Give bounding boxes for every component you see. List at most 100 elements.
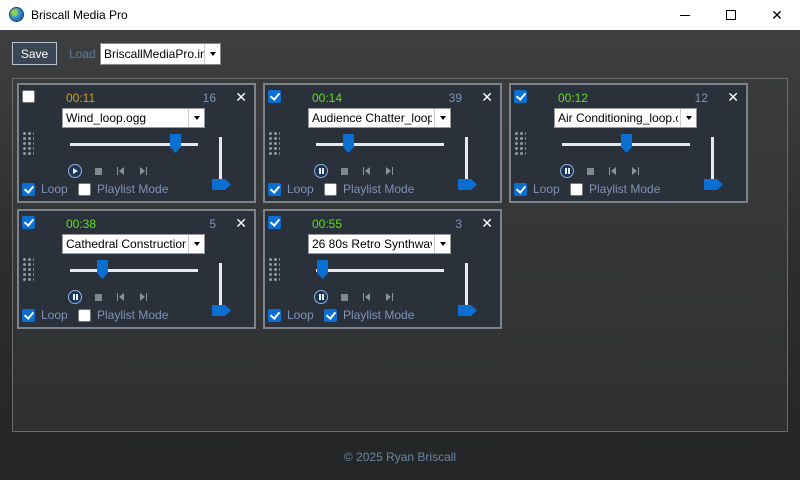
pause-button[interactable] <box>314 164 328 178</box>
volume-slider[interactable] <box>219 263 222 307</box>
play-count: 39 <box>448 91 462 105</box>
track-name: Audience Chatter_loop.ogg <box>312 111 432 125</box>
volume-slider[interactable] <box>465 137 468 181</box>
enable-checkbox[interactable] <box>22 216 35 229</box>
elapsed-time: 00:38 <box>66 217 97 231</box>
drag-handle-icon[interactable] <box>22 257 34 283</box>
position-slider[interactable] <box>316 134 444 153</box>
player-card: 00:14 39 ✕ Audience Chatter_loop.ogg Loo… <box>263 83 502 203</box>
save-button[interactable]: Save <box>12 42 57 65</box>
track-select[interactable]: Wind_loop.ogg <box>62 108 205 128</box>
enable-checkbox[interactable] <box>268 90 281 103</box>
track-name: Cathedral Construction_loop.ogg <box>66 237 186 251</box>
remove-player-button[interactable]: ✕ <box>235 90 247 104</box>
volume-slider-thumb[interactable] <box>458 179 477 190</box>
position-slider-thumb[interactable] <box>170 134 181 153</box>
loop-label: Loop <box>533 182 560 196</box>
stop-button[interactable] <box>95 294 102 301</box>
enable-checkbox[interactable] <box>22 90 35 103</box>
playlist-mode-checkbox[interactable] <box>78 183 91 196</box>
volume-slider-thumb[interactable] <box>212 179 231 190</box>
track-name: Air Conditioning_loop.ogg <box>558 111 678 125</box>
play-count: 5 <box>209 217 216 231</box>
previous-track-button[interactable] <box>117 293 125 301</box>
enable-checkbox[interactable] <box>268 216 281 229</box>
position-slider[interactable] <box>70 134 198 153</box>
maximize-button[interactable] <box>708 0 754 30</box>
next-track-button[interactable] <box>140 167 148 175</box>
previous-track-button[interactable] <box>609 167 617 175</box>
chevron-down-icon <box>434 235 450 253</box>
drag-handle-icon[interactable] <box>268 257 280 283</box>
ini-file-select[interactable]: BriscallMediaPro.ini <box>100 43 221 65</box>
drag-handle-icon[interactable] <box>514 131 526 157</box>
playlist-mode-label: Playlist Mode <box>343 182 415 196</box>
pause-button[interactable] <box>68 290 82 304</box>
playlist-mode-label: Playlist Mode <box>343 308 415 322</box>
loop-label: Loop <box>287 308 314 322</box>
pause-button[interactable] <box>560 164 574 178</box>
close-window-button[interactable]: ✕ <box>754 0 800 30</box>
stop-button[interactable] <box>341 294 348 301</box>
drag-handle-icon[interactable] <box>268 131 280 157</box>
player-card: 00:38 5 ✕ Cathedral Construction_loop.og… <box>17 209 256 329</box>
loop-checkbox[interactable] <box>268 309 281 322</box>
next-track-button[interactable] <box>386 293 394 301</box>
remove-player-button[interactable]: ✕ <box>727 90 739 104</box>
remove-player-button[interactable]: ✕ <box>235 216 247 230</box>
playlist-mode-checkbox[interactable] <box>78 309 91 322</box>
volume-slider[interactable] <box>465 263 468 307</box>
remove-player-button[interactable]: ✕ <box>481 90 493 104</box>
main-window: Save Load BriscallMediaPro.ini 00:11 16 … <box>0 30 800 480</box>
position-slider[interactable] <box>562 134 690 153</box>
position-slider-thumb[interactable] <box>317 260 328 279</box>
elapsed-time: 00:11 <box>66 91 96 105</box>
track-select[interactable]: Air Conditioning_loop.ogg <box>554 108 697 128</box>
volume-slider[interactable] <box>219 137 222 181</box>
load-label: Load <box>69 47 96 61</box>
next-track-button[interactable] <box>632 167 640 175</box>
loop-checkbox[interactable] <box>22 309 35 322</box>
minimize-button[interactable] <box>662 0 708 30</box>
previous-track-button[interactable] <box>363 293 371 301</box>
player-card: 00:55 3 ✕ 26 80s Retro Synthwave Loop Pl… <box>263 209 502 329</box>
stop-button[interactable] <box>587 168 594 175</box>
position-slider-thumb[interactable] <box>97 260 108 279</box>
playlist-mode-checkbox[interactable] <box>324 309 337 322</box>
volume-slider-thumb[interactable] <box>212 305 231 316</box>
playlist-mode-checkbox[interactable] <box>570 183 583 196</box>
minimize-icon <box>680 14 690 16</box>
play-count: 12 <box>694 91 708 105</box>
stop-button[interactable] <box>95 168 102 175</box>
remove-player-button[interactable]: ✕ <box>481 216 493 230</box>
drag-handle-icon[interactable] <box>22 131 34 157</box>
pause-button[interactable] <box>314 290 328 304</box>
position-slider[interactable] <box>316 260 444 279</box>
volume-slider[interactable] <box>711 137 714 181</box>
playlist-mode-checkbox[interactable] <box>324 183 337 196</box>
volume-slider-thumb[interactable] <box>704 179 723 190</box>
position-slider-thumb[interactable] <box>343 134 354 153</box>
close-icon: ✕ <box>771 6 783 23</box>
play-button[interactable] <box>68 164 82 178</box>
track-select[interactable]: Audience Chatter_loop.ogg <box>308 108 451 128</box>
player-panel-area: 00:11 16 ✕ Wind_loop.ogg Loop Playlist M… <box>12 78 788 432</box>
track-select[interactable]: 26 80s Retro Synthwave <box>308 234 451 254</box>
track-select[interactable]: Cathedral Construction_loop.ogg <box>62 234 205 254</box>
position-slider-thumb[interactable] <box>621 134 632 153</box>
loop-checkbox[interactable] <box>514 183 527 196</box>
next-track-button[interactable] <box>140 293 148 301</box>
loop-checkbox[interactable] <box>22 183 35 196</box>
stop-button[interactable] <box>341 168 348 175</box>
elapsed-time: 00:14 <box>312 91 343 105</box>
close-icon: ✕ <box>235 215 247 231</box>
position-slider[interactable] <box>70 260 198 279</box>
previous-track-button[interactable] <box>117 167 125 175</box>
playlist-mode-label: Playlist Mode <box>97 308 169 322</box>
volume-slider-thumb[interactable] <box>458 305 477 316</box>
enable-checkbox[interactable] <box>514 90 527 103</box>
play-count: 16 <box>202 91 216 105</box>
next-track-button[interactable] <box>386 167 394 175</box>
previous-track-button[interactable] <box>363 167 371 175</box>
loop-checkbox[interactable] <box>268 183 281 196</box>
